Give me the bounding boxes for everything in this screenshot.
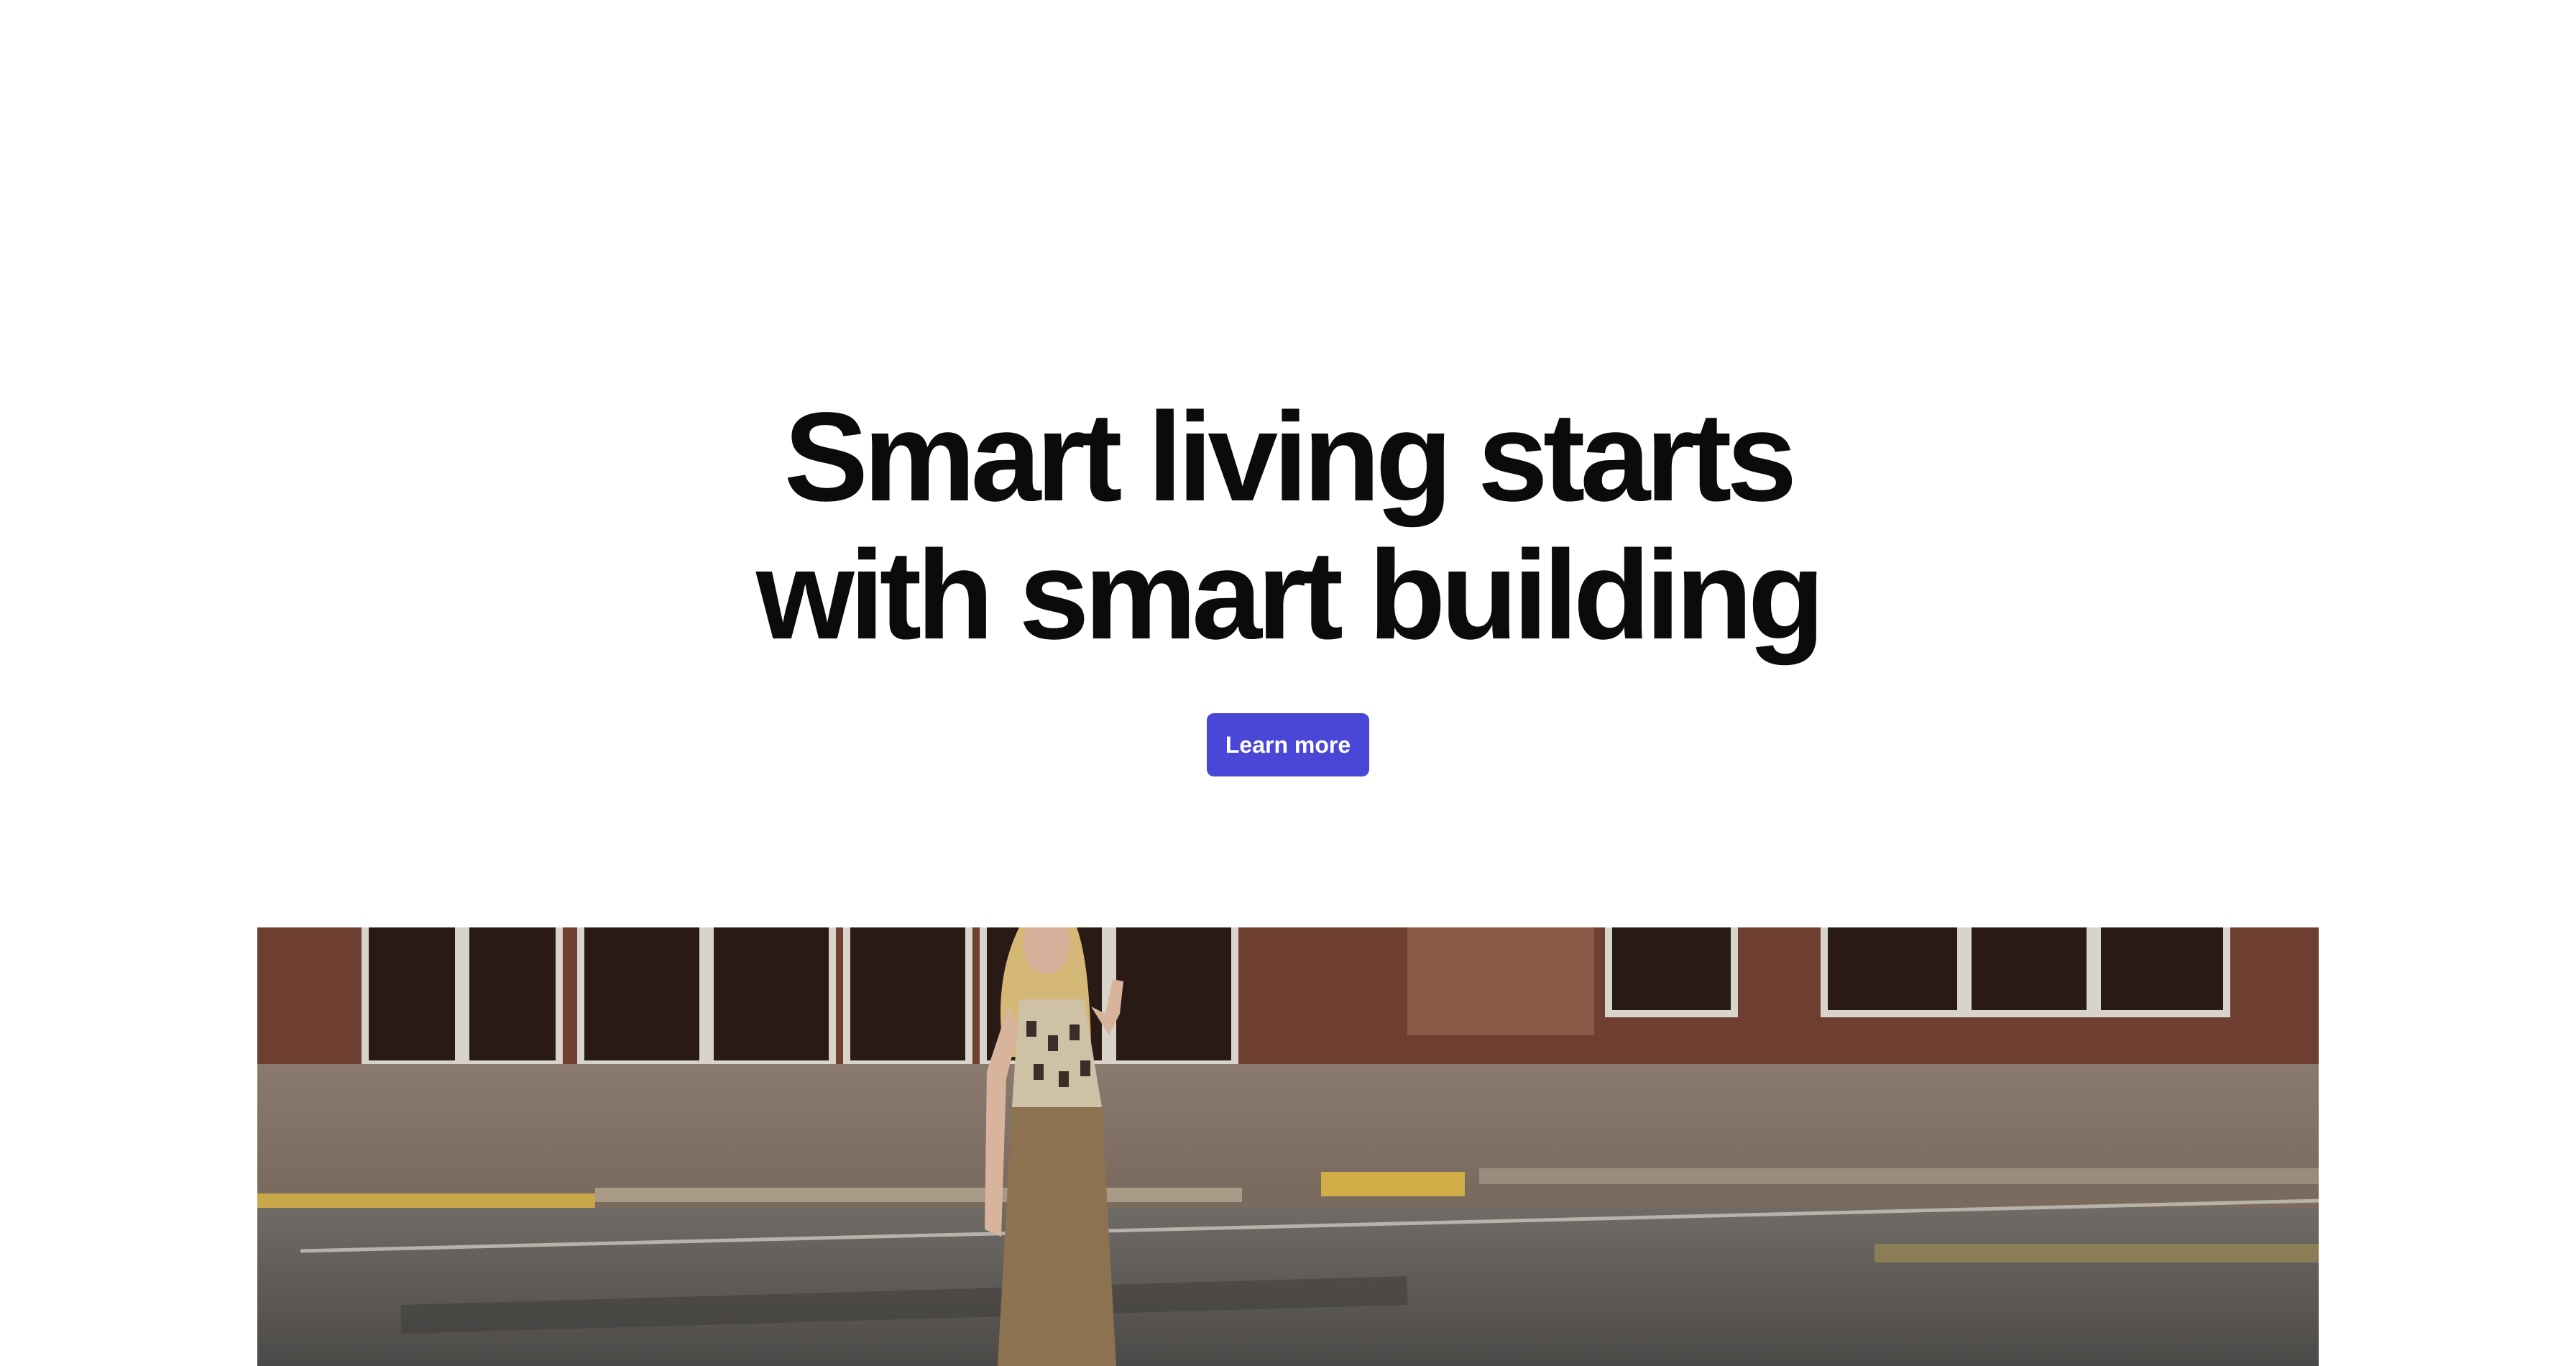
hero-headline: Smart living starts with smart building — [0, 388, 2576, 664]
learn-more-button[interactable]: Learn more — [1207, 713, 1369, 776]
hero-photo — [257, 927, 2319, 1366]
landing-page: Smart living starts with smart building … — [0, 0, 2576, 1366]
street-photo-image — [257, 927, 2319, 1366]
hero-headline-line-2: with smart building — [755, 525, 1825, 666]
hero-section: Smart living starts with smart building — [0, 388, 2576, 664]
hero-headline-line-1: Smart living starts — [783, 387, 1798, 528]
